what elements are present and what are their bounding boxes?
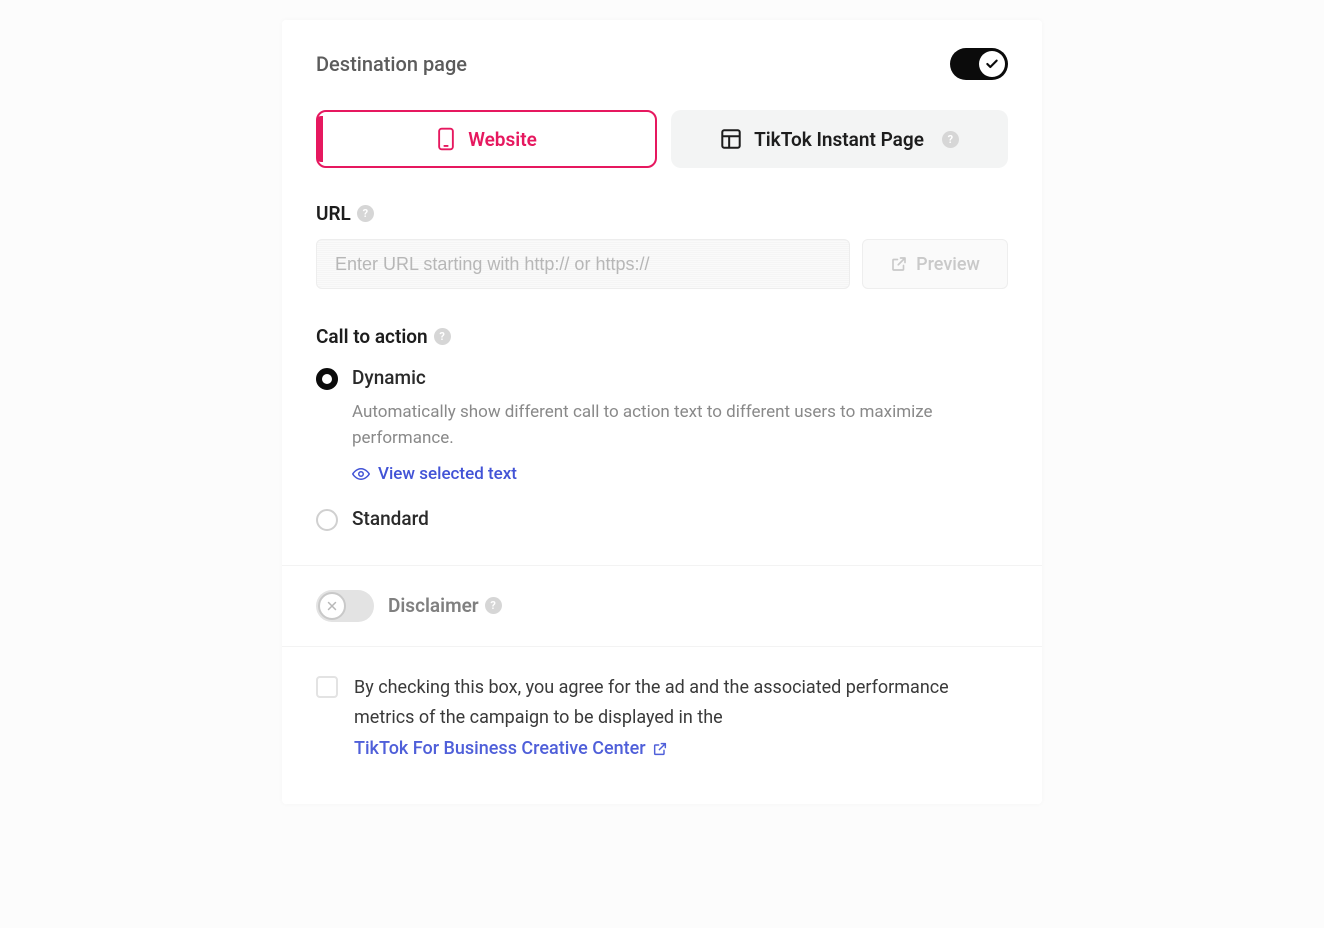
external-link-icon: [652, 741, 668, 757]
url-label-row: URL ?: [316, 202, 1008, 225]
url-label: URL: [316, 202, 351, 225]
radio-unselected-icon[interactable]: [316, 509, 338, 531]
eye-icon: [352, 467, 370, 481]
cta-radio-group: Dynamic Automatically show different cal…: [316, 366, 1008, 531]
destination-section: Destination page Website TikTok Instant …: [282, 20, 1042, 566]
destination-option-website[interactable]: Website: [316, 110, 657, 168]
destination-option-instant-label: TikTok Instant Page: [754, 128, 924, 151]
cta-label-row: Call to action ?: [316, 325, 1008, 348]
external-link-icon: [890, 255, 908, 273]
agreement-text: By checking this box, you agree for the …: [354, 673, 1008, 765]
view-selected-text-label: View selected text: [378, 464, 517, 484]
preview-button-label: Preview: [916, 254, 980, 275]
mobile-icon: [436, 127, 456, 151]
destination-option-instant-page[interactable]: TikTok Instant Page ?: [671, 110, 1008, 168]
help-icon[interactable]: ?: [485, 597, 502, 614]
preview-button[interactable]: Preview: [862, 239, 1008, 289]
destination-title: Destination page: [316, 52, 467, 76]
cta-label: Call to action: [316, 325, 428, 348]
destination-toggle[interactable]: [950, 48, 1008, 80]
cta-standard-title: Standard: [352, 507, 429, 530]
view-selected-text-link[interactable]: View selected text: [352, 464, 517, 484]
creative-center-link-label: TikTok For Business Creative Center: [354, 734, 646, 765]
help-icon[interactable]: ?: [357, 205, 374, 222]
cta-option-dynamic[interactable]: Dynamic Automatically show different cal…: [316, 366, 1008, 485]
check-icon: [979, 51, 1005, 77]
settings-panel: Destination page Website TikTok Instant …: [282, 20, 1042, 804]
cta-dynamic-title: Dynamic: [352, 366, 1008, 389]
help-icon[interactable]: ?: [942, 131, 959, 148]
cta-dynamic-description: Automatically show different call to act…: [352, 399, 1008, 452]
creative-center-link[interactable]: TikTok For Business Creative Center: [354, 734, 668, 765]
disclaimer-section: Disclaimer ?: [282, 566, 1042, 647]
agreement-checkbox[interactable]: [316, 676, 338, 698]
cta-option-standard[interactable]: Standard: [316, 507, 1008, 531]
url-input[interactable]: [316, 239, 850, 289]
radio-selected-icon[interactable]: [316, 368, 338, 390]
help-icon[interactable]: ?: [434, 328, 451, 345]
agreement-section: By checking this box, you agree for the …: [282, 647, 1042, 805]
close-icon: [318, 592, 346, 620]
disclaimer-toggle[interactable]: [316, 590, 374, 622]
agreement-prefix: By checking this box, you agree for the …: [354, 677, 949, 729]
destination-option-website-label: Website: [468, 128, 537, 151]
layout-icon: [720, 128, 742, 150]
disclaimer-label: Disclaimer: [388, 594, 479, 617]
